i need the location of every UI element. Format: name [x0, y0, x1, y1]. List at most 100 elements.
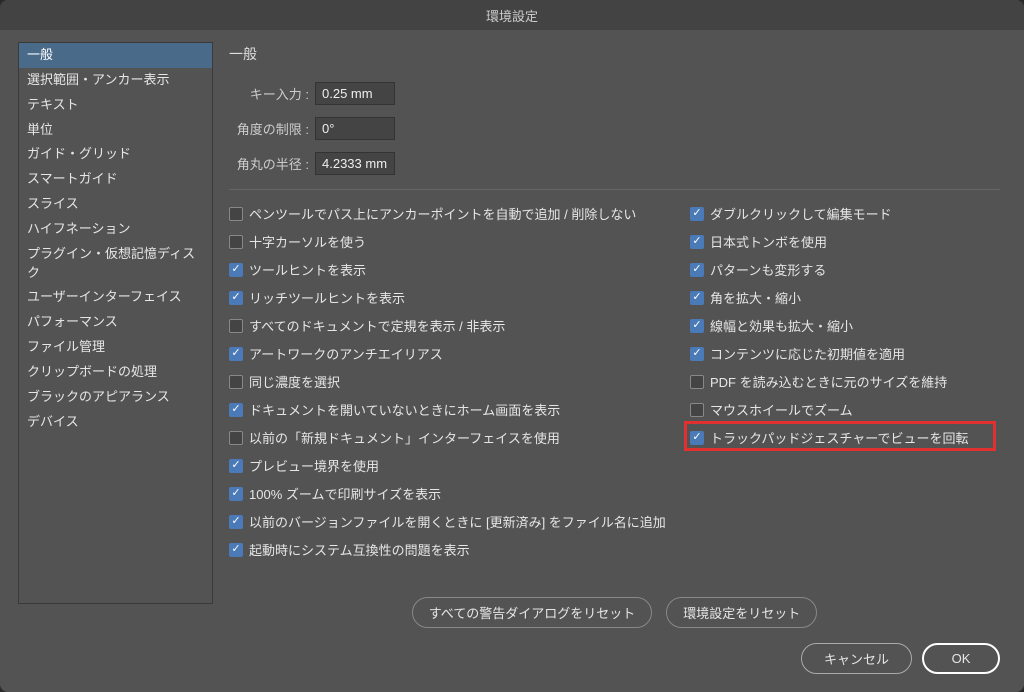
sidebar-item[interactable]: 単位 [19, 118, 212, 143]
checkbox-label: 十字カーソルを使う [249, 232, 366, 251]
checkbox[interactable] [229, 347, 243, 361]
checkbox[interactable] [229, 431, 243, 445]
checkbox[interactable] [229, 403, 243, 417]
checkbox-label: 日本式トンボを使用 [710, 232, 827, 251]
checkbox-row[interactable]: ペンツールでパス上にアンカーポイントを自動で追加 / 削除しない [229, 204, 670, 223]
checkbox[interactable] [229, 319, 243, 333]
checkbox[interactable] [229, 291, 243, 305]
sidebar-item[interactable]: スライス [19, 192, 212, 217]
checkbox[interactable] [690, 235, 704, 249]
panel-title: 一般 [229, 44, 1000, 64]
checkbox-label: コンテンツに応じた初期値を適用 [710, 344, 905, 363]
field-label: キー入力 : [229, 84, 309, 103]
checkbox-row[interactable]: パターンも変形する [690, 260, 1000, 279]
checkbox-row[interactable]: 以前のバージョンファイルを開くときに [更新済み] をファイル名に追加 [229, 512, 670, 531]
checkbox-row[interactable]: 起動時にシステム互換性の問題を表示 [229, 540, 670, 559]
sidebar-item[interactable]: ユーザーインターフェイス [19, 285, 212, 310]
checkbox-row[interactable]: 日本式トンボを使用 [690, 232, 1000, 251]
checkbox-row[interactable]: 同じ濃度を選択 [229, 372, 670, 391]
sidebar-item[interactable]: ハイフネーション [19, 217, 212, 242]
checkbox[interactable] [690, 347, 704, 361]
preferences-dialog: 環境設定 一般選択範囲・アンカー表示テキスト単位ガイド・グリッドスマートガイドス… [0, 0, 1024, 692]
checkbox[interactable] [229, 487, 243, 501]
checkbox[interactable] [690, 319, 704, 333]
checkbox-row[interactable]: コンテンツに応じた初期値を適用 [690, 344, 1000, 363]
sidebar-item[interactable]: ファイル管理 [19, 335, 212, 360]
sidebar-item[interactable]: 選択範囲・アンカー表示 [19, 68, 212, 93]
checkbox-label: ツールヒントを表示 [249, 260, 366, 279]
field-radius: 角丸の半径 : [229, 152, 1000, 175]
checkbox[interactable] [690, 291, 704, 305]
dialog-footer: キャンセル OK [0, 629, 1024, 692]
checkbox-row[interactable]: プレビュー境界を使用 [229, 456, 670, 475]
reset-buttons: すべての警告ダイアログをリセット 環境設定をリセット [229, 597, 1000, 628]
checkbox-row[interactable]: 以前の「新規ドキュメント」インターフェイスを使用 [229, 428, 670, 447]
reset-prefs-button[interactable]: 環境設定をリセット [666, 597, 817, 628]
checkbox-label: PDF を読み込むときに元のサイズを維持 [710, 372, 947, 391]
sidebar-item[interactable]: パフォーマンス [19, 310, 212, 335]
checkbox-row[interactable]: PDF を読み込むときに元のサイズを維持 [690, 372, 1000, 391]
ok-button[interactable]: OK [922, 643, 1000, 674]
checkbox-label: 同じ濃度を選択 [249, 372, 340, 391]
key-input-field[interactable] [315, 82, 395, 105]
checkbox[interactable] [229, 515, 243, 529]
field-label: 角丸の半径 : [229, 154, 309, 173]
checkbox-label: ドキュメントを開いていないときにホーム画面を表示 [249, 400, 560, 419]
sidebar-item[interactable]: テキスト [19, 93, 212, 118]
divider [229, 189, 1000, 190]
angle-field[interactable] [315, 117, 395, 140]
sidebar-item[interactable]: クリップボードの処理 [19, 360, 212, 385]
checkbox-row[interactable]: トラックパッドジェスチャーでビューを回転 [690, 428, 1000, 447]
checkbox-label: プレビュー境界を使用 [249, 456, 379, 475]
checkbox-area: ペンツールでパス上にアンカーポイントを自動で追加 / 削除しない十字カーソルを使… [229, 204, 1000, 559]
field-angle: 角度の制限 : [229, 117, 1000, 140]
checkbox-row[interactable]: すべてのドキュメントで定規を表示 / 非表示 [229, 316, 670, 335]
checkbox[interactable] [690, 431, 704, 445]
dialog-title: 環境設定 [486, 6, 538, 25]
checkbox-label: 角を拡大・縮小 [710, 288, 801, 307]
checkbox-row[interactable]: ダブルクリックして編集モード [690, 204, 1000, 223]
checkbox-row[interactable]: 100% ズームで印刷サイズを表示 [229, 484, 670, 503]
checkbox[interactable] [690, 207, 704, 221]
checkbox-row[interactable]: マウスホイールでズーム [690, 400, 1000, 419]
checkbox[interactable] [229, 263, 243, 277]
sidebar-item[interactable]: ガイド・グリッド [19, 142, 212, 167]
sidebar-item[interactable]: 一般 [19, 43, 212, 68]
checkbox-row[interactable]: ドキュメントを開いていないときにホーム画面を表示 [229, 400, 670, 419]
checkbox[interactable] [229, 375, 243, 389]
checkbox[interactable] [229, 543, 243, 557]
checkbox[interactable] [229, 235, 243, 249]
sidebar: 一般選択範囲・アンカー表示テキスト単位ガイド・グリッドスマートガイドスライスハイ… [18, 42, 213, 604]
dialog-body: 一般選択範囲・アンカー表示テキスト単位ガイド・グリッドスマートガイドスライスハイ… [0, 30, 1024, 629]
checkbox-row[interactable]: 線幅と効果も拡大・縮小 [690, 316, 1000, 335]
reset-dialogs-button[interactable]: すべての警告ダイアログをリセット [412, 597, 653, 628]
checkbox[interactable] [690, 375, 704, 389]
checkbox-label: 線幅と効果も拡大・縮小 [710, 316, 853, 335]
checkbox-row[interactable]: ツールヒントを表示 [229, 260, 670, 279]
checkbox-column-left: ペンツールでパス上にアンカーポイントを自動で追加 / 削除しない十字カーソルを使… [229, 204, 670, 559]
checkbox-label: すべてのドキュメントで定規を表示 / 非表示 [249, 316, 505, 335]
checkbox[interactable] [229, 207, 243, 221]
checkbox-row[interactable]: リッチツールヒントを表示 [229, 288, 670, 307]
field-label: 角度の制限 : [229, 119, 309, 138]
cancel-button[interactable]: キャンセル [801, 643, 912, 674]
checkbox-label: ペンツールでパス上にアンカーポイントを自動で追加 / 削除しない [249, 204, 636, 223]
checkbox-label: 起動時にシステム互換性の問題を表示 [249, 540, 470, 559]
checkbox-row[interactable]: 十字カーソルを使う [229, 232, 670, 251]
checkbox-label: マウスホイールでズーム [710, 400, 853, 419]
sidebar-item[interactable]: ブラックのアピアランス [19, 385, 212, 410]
sidebar-item[interactable]: スマートガイド [19, 167, 212, 192]
sidebar-item[interactable]: デバイス [19, 410, 212, 435]
checkbox[interactable] [229, 459, 243, 473]
checkbox-row[interactable]: アートワークのアンチエイリアス [229, 344, 670, 363]
checkbox[interactable] [690, 403, 704, 417]
radius-field[interactable] [315, 152, 395, 175]
checkbox-label: アートワークのアンチエイリアス [249, 344, 443, 363]
checkbox[interactable] [690, 263, 704, 277]
sidebar-item[interactable]: プラグイン・仮想記憶ディスク [19, 242, 212, 286]
checkbox-label: リッチツールヒントを表示 [249, 288, 405, 307]
checkbox-label: トラックパッドジェスチャーでビューを回転 [710, 428, 968, 447]
checkbox-label: ダブルクリックして編集モード [710, 204, 892, 223]
checkbox-row[interactable]: 角を拡大・縮小 [690, 288, 1000, 307]
checkbox-label: 以前の「新規ドキュメント」インターフェイスを使用 [249, 428, 560, 447]
